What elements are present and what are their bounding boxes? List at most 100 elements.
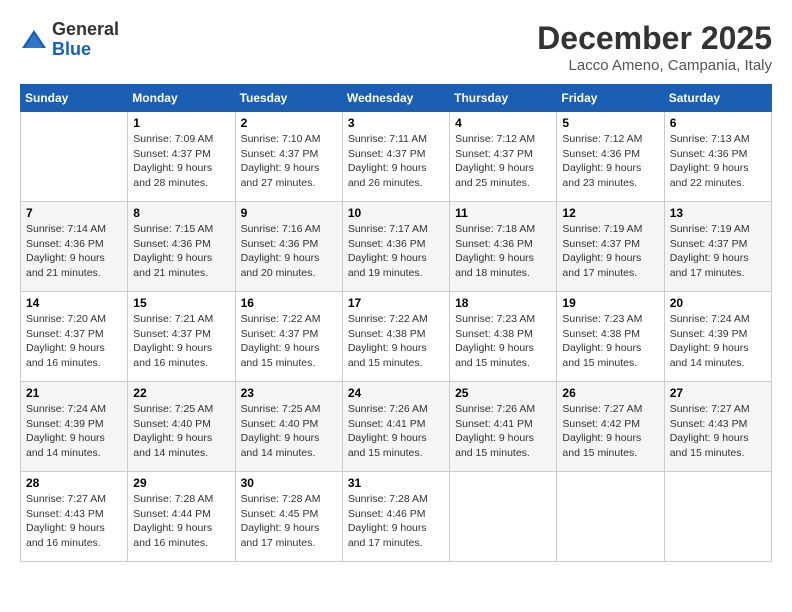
day-number: 8	[133, 206, 229, 220]
weekday-header: Tuesday	[235, 85, 342, 112]
calendar-cell: 20 Sunrise: 7:24 AMSunset: 4:39 PMDayligh…	[664, 292, 771, 382]
day-number: 7	[26, 206, 122, 220]
logo-text: General Blue	[52, 20, 119, 60]
day-number: 27	[670, 386, 766, 400]
calendar-week-row: 14 Sunrise: 7:20 AMSunset: 4:37 PMDayligh…	[21, 292, 772, 382]
location: Lacco Ameno, Campania, Italy	[537, 57, 772, 74]
calendar-cell: 2 Sunrise: 7:10 AMSunset: 4:37 PMDaylight…	[235, 112, 342, 202]
day-number: 18	[455, 296, 551, 310]
day-info: Sunrise: 7:12 AMSunset: 4:36 PMDaylight:…	[562, 132, 658, 191]
calendar-cell: 19 Sunrise: 7:23 AMSunset: 4:38 PMDayligh…	[557, 292, 664, 382]
day-number: 20	[670, 296, 766, 310]
calendar-cell: 26 Sunrise: 7:27 AMSunset: 4:42 PMDayligh…	[557, 382, 664, 472]
day-number: 15	[133, 296, 229, 310]
day-number: 31	[348, 476, 444, 490]
calendar-cell: 27 Sunrise: 7:27 AMSunset: 4:43 PMDayligh…	[664, 382, 771, 472]
day-number: 3	[348, 116, 444, 130]
calendar-cell: 10 Sunrise: 7:17 AMSunset: 4:36 PMDayligh…	[342, 202, 449, 292]
day-number: 24	[348, 386, 444, 400]
day-info: Sunrise: 7:11 AMSunset: 4:37 PMDaylight:…	[348, 132, 444, 191]
day-info: Sunrise: 7:16 AMSunset: 4:36 PMDaylight:…	[241, 222, 337, 281]
day-number: 30	[241, 476, 337, 490]
weekday-header: Sunday	[21, 85, 128, 112]
day-number: 16	[241, 296, 337, 310]
day-info: Sunrise: 7:15 AMSunset: 4:36 PMDaylight:…	[133, 222, 229, 281]
day-number: 2	[241, 116, 337, 130]
day-info: Sunrise: 7:27 AMSunset: 4:43 PMDaylight:…	[670, 402, 766, 461]
weekday-header: Monday	[128, 85, 235, 112]
day-info: Sunrise: 7:26 AMSunset: 4:41 PMDaylight:…	[348, 402, 444, 461]
calendar-cell	[664, 472, 771, 562]
day-info: Sunrise: 7:14 AMSunset: 4:36 PMDaylight:…	[26, 222, 122, 281]
calendar-cell: 8 Sunrise: 7:15 AMSunset: 4:36 PMDaylight…	[128, 202, 235, 292]
day-number: 22	[133, 386, 229, 400]
day-info: Sunrise: 7:22 AMSunset: 4:37 PMDaylight:…	[241, 312, 337, 371]
weekday-header: Saturday	[664, 85, 771, 112]
calendar-cell: 3 Sunrise: 7:11 AMSunset: 4:37 PMDaylight…	[342, 112, 449, 202]
day-info: Sunrise: 7:28 AMSunset: 4:44 PMDaylight:…	[133, 492, 229, 551]
calendar-cell: 17Sunrise: 7:22 AMSunset: 4:38 PMDayligh…	[342, 292, 449, 382]
day-info: Sunrise: 7:24 AMSunset: 4:39 PMDaylight:…	[670, 312, 766, 371]
calendar-cell: 24 Sunrise: 7:26 AMSunset: 4:41 PMDayligh…	[342, 382, 449, 472]
day-number: 9	[241, 206, 337, 220]
weekday-header: Thursday	[450, 85, 557, 112]
calendar-cell: 23Sunrise: 7:25 AMSunset: 4:40 PMDayligh…	[235, 382, 342, 472]
day-number: 6	[670, 116, 766, 130]
calendar-cell: 11 Sunrise: 7:18 AMSunset: 4:36 PMDayligh…	[450, 202, 557, 292]
calendar-cell: 4Sunrise: 7:12 AMSunset: 4:37 PMDaylight…	[450, 112, 557, 202]
day-info: Sunrise: 7:25 AMSunset: 4:40 PMDaylight:…	[241, 402, 337, 461]
day-number: 28	[26, 476, 122, 490]
calendar-cell: 6Sunrise: 7:13 AMSunset: 4:36 PMDaylight…	[664, 112, 771, 202]
day-number: 11	[455, 206, 551, 220]
calendar-week-row: 21 Sunrise: 7:24 AMSunset: 4:39 PMDayligh…	[21, 382, 772, 472]
logo-icon	[20, 26, 48, 54]
day-info: Sunrise: 7:23 AMSunset: 4:38 PMDaylight:…	[455, 312, 551, 371]
calendar-cell: 16 Sunrise: 7:22 AMSunset: 4:37 PMDayligh…	[235, 292, 342, 382]
title-block: December 2025 Lacco Ameno, Campania, Ita…	[537, 20, 772, 74]
weekday-header-row: SundayMondayTuesdayWednesdayThursdayFrid…	[21, 85, 772, 112]
calendar-cell: 28 Sunrise: 7:27 AMSunset: 4:43 PMDayligh…	[21, 472, 128, 562]
day-number: 13	[670, 206, 766, 220]
calendar-cell: 21 Sunrise: 7:24 AMSunset: 4:39 PMDayligh…	[21, 382, 128, 472]
calendar-table: SundayMondayTuesdayWednesdayThursdayFrid…	[20, 84, 772, 562]
weekday-header: Wednesday	[342, 85, 449, 112]
day-number: 17	[348, 296, 444, 310]
calendar-cell: 14 Sunrise: 7:20 AMSunset: 4:37 PMDayligh…	[21, 292, 128, 382]
day-info: Sunrise: 7:25 AMSunset: 4:40 PMDaylight:…	[133, 402, 229, 461]
day-info: Sunrise: 7:28 AMSunset: 4:45 PMDaylight:…	[241, 492, 337, 551]
day-number: 25	[455, 386, 551, 400]
day-info: Sunrise: 7:26 AMSunset: 4:41 PMDaylight:…	[455, 402, 551, 461]
weekday-header: Friday	[557, 85, 664, 112]
day-info: Sunrise: 7:24 AMSunset: 4:39 PMDaylight:…	[26, 402, 122, 461]
day-info: Sunrise: 7:21 AMSunset: 4:37 PMDaylight:…	[133, 312, 229, 371]
calendar-cell	[21, 112, 128, 202]
day-number: 19	[562, 296, 658, 310]
day-number: 10	[348, 206, 444, 220]
day-number: 1	[133, 116, 229, 130]
calendar-cell: 29 Sunrise: 7:28 AMSunset: 4:44 PMDayligh…	[128, 472, 235, 562]
day-info: Sunrise: 7:23 AMSunset: 4:38 PMDaylight:…	[562, 312, 658, 371]
calendar-cell: 22 Sunrise: 7:25 AMSunset: 4:40 PMDayligh…	[128, 382, 235, 472]
day-info: Sunrise: 7:09 AMSunset: 4:37 PMDaylight:…	[133, 132, 229, 191]
day-number: 29	[133, 476, 229, 490]
day-number: 21	[26, 386, 122, 400]
day-info: Sunrise: 7:17 AMSunset: 4:36 PMDaylight:…	[348, 222, 444, 281]
calendar-cell: 31 Sunrise: 7:28 AMSunset: 4:46 PMDayligh…	[342, 472, 449, 562]
day-info: Sunrise: 7:18 AMSunset: 4:36 PMDaylight:…	[455, 222, 551, 281]
calendar-cell: 18 Sunrise: 7:23 AMSunset: 4:38 PMDayligh…	[450, 292, 557, 382]
day-info: Sunrise: 7:27 AMSunset: 4:42 PMDaylight:…	[562, 402, 658, 461]
day-info: Sunrise: 7:20 AMSunset: 4:37 PMDaylight:…	[26, 312, 122, 371]
calendar-cell: 25 Sunrise: 7:26 AMSunset: 4:41 PMDayligh…	[450, 382, 557, 472]
calendar-cell: 9 Sunrise: 7:16 AMSunset: 4:36 PMDaylight…	[235, 202, 342, 292]
calendar-cell: 12Sunrise: 7:19 AMSunset: 4:37 PMDayligh…	[557, 202, 664, 292]
day-info: Sunrise: 7:10 AMSunset: 4:37 PMDaylight:…	[241, 132, 337, 191]
day-number: 26	[562, 386, 658, 400]
calendar-cell	[450, 472, 557, 562]
day-info: Sunrise: 7:27 AMSunset: 4:43 PMDaylight:…	[26, 492, 122, 551]
calendar-week-row: 7 Sunrise: 7:14 AMSunset: 4:36 PMDaylight…	[21, 202, 772, 292]
calendar-week-row: 28 Sunrise: 7:27 AMSunset: 4:43 PMDayligh…	[21, 472, 772, 562]
day-info: Sunrise: 7:19 AMSunset: 4:37 PMDaylight:…	[562, 222, 658, 281]
day-info: Sunrise: 7:28 AMSunset: 4:46 PMDaylight:…	[348, 492, 444, 551]
calendar-cell	[557, 472, 664, 562]
day-number: 14	[26, 296, 122, 310]
